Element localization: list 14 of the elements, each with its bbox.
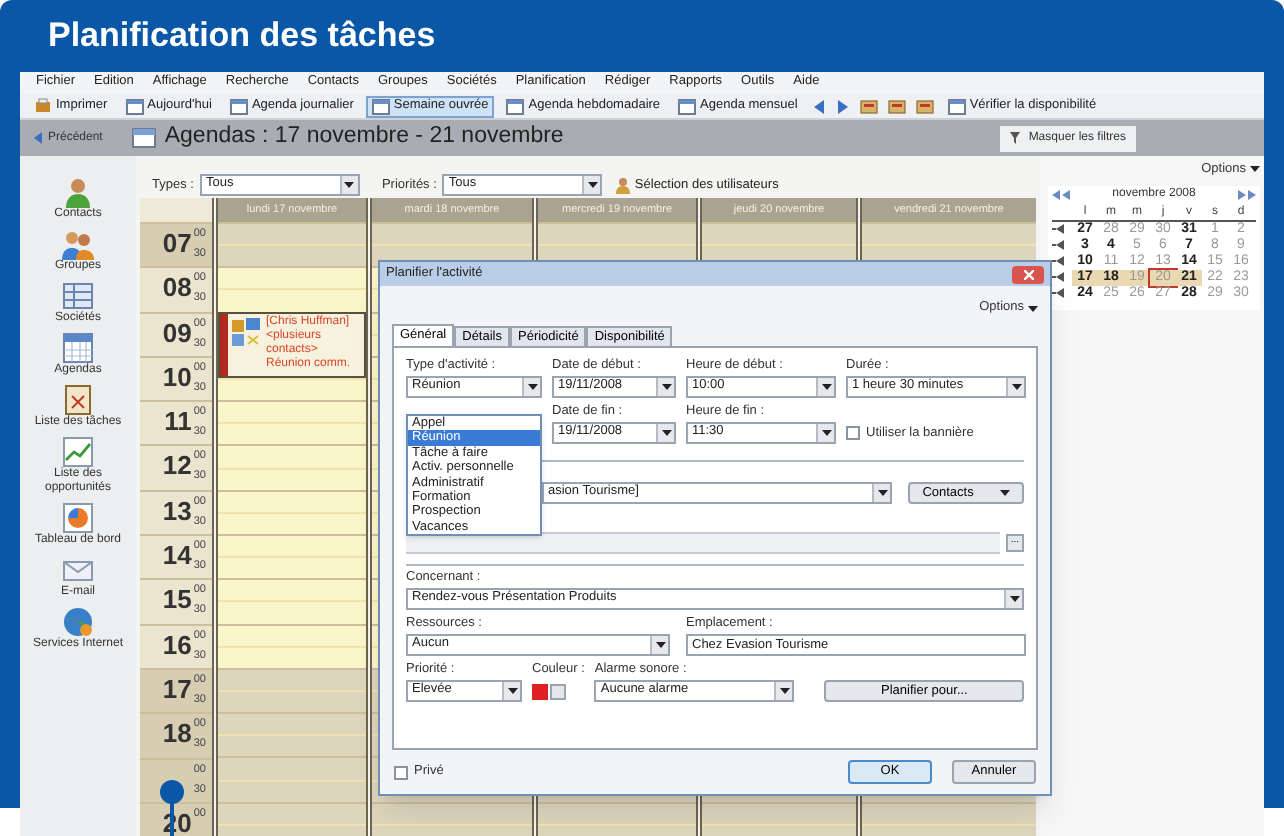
hour-label: 17 bbox=[162, 671, 192, 708]
hour-label: 07 bbox=[162, 226, 192, 262]
hour-label: 13 bbox=[162, 493, 192, 530]
hour-label: 11 bbox=[164, 404, 192, 441]
hour-label: 14 bbox=[162, 538, 192, 575]
hour-label: 16 bbox=[162, 627, 192, 664]
view-title: Agendas : 17 novembre - 21 novembre bbox=[164, 122, 564, 153]
hour-label: 08 bbox=[162, 270, 192, 307]
hour-label: 09 bbox=[162, 315, 192, 352]
banner-title: Planification des tâches bbox=[46, 14, 438, 58]
hour-label: 10 bbox=[162, 359, 192, 396]
hour-label: 12 bbox=[162, 448, 192, 485]
hour-label: 18 bbox=[162, 716, 192, 753]
hour-label: 15 bbox=[162, 582, 192, 619]
